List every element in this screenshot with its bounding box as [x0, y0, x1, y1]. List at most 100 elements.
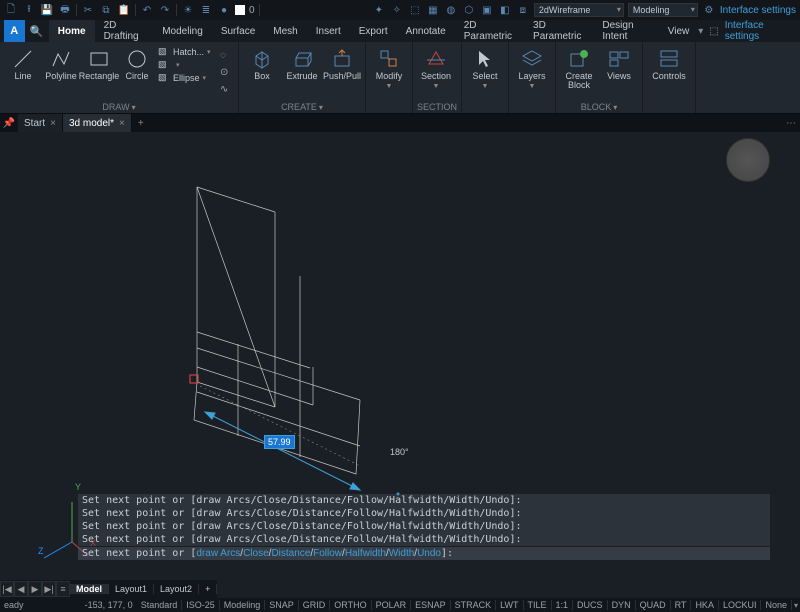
interface-settings-link-2[interactable]: Interface settings — [725, 20, 794, 42]
nav-button[interactable]: ▶ — [28, 581, 42, 597]
tab-2d-parametric[interactable]: 2D Parametric — [455, 20, 524, 42]
status-lockui[interactable]: LOCKUI — [719, 600, 762, 610]
status-hka[interactable]: HKA — [691, 600, 719, 610]
hatch-button[interactable]: ▧Hatch...▾ — [158, 46, 218, 58]
ellipse-button[interactable]: ▧Ellipse▾ — [158, 72, 218, 84]
undo-icon[interactable]: ↶ — [140, 3, 154, 17]
layer-icon[interactable]: ≣ — [199, 3, 213, 17]
pin-icon[interactable]: 📌 — [0, 114, 18, 132]
tool-h-icon[interactable]: ◧ — [498, 3, 512, 17]
status-quad[interactable]: QUAD — [636, 600, 671, 610]
status-iso-25[interactable]: ISO-25 — [182, 600, 220, 610]
minimize-ribbon-icon[interactable]: ▾ — [698, 26, 703, 37]
search-icon[interactable]: 🔍 — [25, 20, 49, 42]
tab-view[interactable]: View — [659, 20, 699, 42]
misc-icon-1[interactable]: ◌ — [220, 50, 234, 64]
tool-g-icon[interactable]: ▣ — [480, 3, 494, 17]
save-icon[interactable]: 💾 — [40, 3, 54, 17]
section-button[interactable]: Section ▼ — [417, 44, 455, 90]
viewstyle-dropdown[interactable]: 2dWireframe — [534, 3, 624, 17]
dimension-value[interactable]: 57.99 — [264, 435, 295, 449]
status-tile[interactable]: TILE — [524, 600, 552, 610]
layers-button[interactable]: Layers ▼ — [513, 44, 551, 90]
select-button[interactable]: Select ▼ — [466, 44, 504, 90]
workspace-dropdown[interactable]: Modeling — [628, 3, 698, 17]
dot-icon[interactable]: ● — [217, 3, 231, 17]
tab-2d-drafting[interactable]: 2D Drafting — [95, 20, 154, 42]
tab-insert[interactable]: Insert — [307, 20, 350, 42]
nav-button[interactable]: ◀ — [14, 581, 28, 597]
status-grid[interactable]: GRID — [299, 600, 331, 610]
tab-design-intent[interactable]: Design Intent — [593, 20, 658, 42]
new-icon[interactable]: 🗋 — [4, 3, 18, 17]
status-dyn[interactable]: DYN — [608, 600, 636, 610]
command-input[interactable]: Set next point or [draw Arcs/Close/Dista… — [78, 547, 770, 560]
drawing-canvas[interactable]: Y X Z 57.99 180° Set next point or [draw… — [0, 132, 800, 580]
circle-button[interactable]: Circle — [118, 44, 156, 81]
tool-e-icon[interactable]: ◍ — [444, 3, 458, 17]
status-esnap[interactable]: ESNAP — [411, 600, 451, 610]
doc-tab-3dmodel[interactable]: 3d model*× — [63, 114, 132, 132]
views-button[interactable]: Views — [600, 44, 638, 81]
close-icon[interactable]: × — [119, 118, 125, 129]
app-menu-button[interactable]: A — [4, 20, 25, 42]
tool-a-icon[interactable]: ✦ — [372, 3, 386, 17]
misc-icon-3[interactable]: ∿ — [220, 84, 234, 98]
close-icon[interactable]: × — [50, 118, 56, 129]
arc-button[interactable]: ▧▾ — [158, 59, 218, 71]
tool-f-icon[interactable]: ⬡ — [462, 3, 476, 17]
tab-modeling[interactable]: Modeling — [153, 20, 212, 42]
redo-icon[interactable]: ↷ — [158, 3, 172, 17]
pushpull-button[interactable]: Push/Pull — [323, 44, 361, 81]
tool-b-icon[interactable]: ✧ — [390, 3, 404, 17]
modify-button[interactable]: Modify ▼ — [370, 44, 408, 90]
doc-tab-start[interactable]: Start× — [18, 114, 63, 132]
print-icon[interactable]: 🖶 — [58, 3, 72, 17]
cut-icon[interactable]: ✂ — [81, 3, 95, 17]
sun-icon[interactable]: ☀ — [181, 3, 195, 17]
status-lwt[interactable]: LWT — [496, 600, 523, 610]
layout-tab-layout1[interactable]: Layout1 — [109, 584, 154, 594]
line-button[interactable]: Line — [4, 44, 42, 81]
polyline-button[interactable]: Polyline — [42, 44, 80, 81]
add-layout-button[interactable]: + — [199, 584, 217, 594]
status-modeling[interactable]: Modeling — [220, 600, 266, 610]
status-snap[interactable]: SNAP — [265, 600, 299, 610]
tab-export[interactable]: Export — [350, 20, 397, 42]
tab-mesh[interactable]: Mesh — [264, 20, 306, 42]
color-swatch[interactable] — [235, 5, 245, 15]
status-standard[interactable]: Standard — [137, 600, 183, 610]
box-button[interactable]: Box — [243, 44, 281, 81]
layout-tab-model[interactable]: Model — [70, 584, 109, 594]
copy-icon[interactable]: ⧉ — [99, 3, 113, 17]
tabs-menu-icon[interactable]: ⋯ — [782, 114, 800, 132]
tool-i-icon[interactable]: ⧈ — [516, 3, 530, 17]
tab-annotate[interactable]: Annotate — [397, 20, 455, 42]
createblock-button[interactable]: CreateBlock — [560, 44, 598, 90]
tabs-list-icon[interactable]: ≡ — [56, 581, 70, 597]
status-none[interactable]: None — [761, 600, 792, 610]
rectangle-button[interactable]: Rectangle — [80, 44, 118, 81]
nav-button[interactable]: |◀ — [0, 581, 14, 597]
add-tab-button[interactable]: + — [132, 114, 150, 132]
status-polar[interactable]: POLAR — [372, 600, 412, 610]
status-1:1[interactable]: 1:1 — [552, 600, 574, 610]
tab-home[interactable]: Home — [49, 20, 95, 42]
tool-c-icon[interactable]: ⬚ — [408, 3, 422, 17]
extrude-button[interactable]: Extrude — [283, 44, 321, 81]
tab-surface[interactable]: Surface — [212, 20, 264, 42]
tool-d-icon[interactable]: ▦ — [426, 3, 440, 17]
nav-button[interactable]: ▶| — [42, 581, 56, 597]
tab-3d-parametric[interactable]: 3D Parametric — [524, 20, 593, 42]
status-ducs[interactable]: DUCS — [573, 600, 608, 610]
controls-button[interactable]: Controls — [647, 44, 691, 81]
status-strack[interactable]: STRACK — [451, 600, 497, 610]
gear-icon[interactable]: ⚙ — [702, 3, 716, 17]
status-ortho[interactable]: ORTHO — [330, 600, 371, 610]
paste-icon[interactable]: 📋 — [117, 3, 131, 17]
misc-icon-2[interactable]: ⊙ — [220, 67, 234, 81]
interface-settings-link[interactable]: Interface settings — [720, 5, 796, 16]
gear-icon[interactable]: ⬚ — [709, 26, 718, 37]
status-rt[interactable]: RT — [671, 600, 692, 610]
layout-tab-layout2[interactable]: Layout2 — [154, 584, 199, 594]
